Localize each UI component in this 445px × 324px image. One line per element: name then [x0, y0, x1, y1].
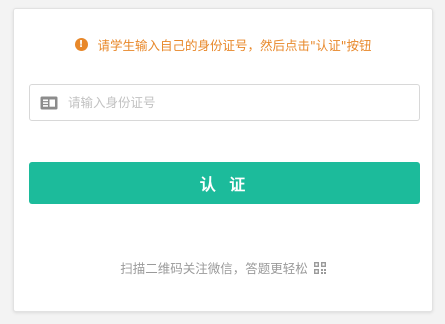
- id-number-field[interactable]: [29, 84, 420, 121]
- instruction-text: 请学生输入自己的身份证号，然后点击"认证"按钮: [97, 38, 372, 53]
- wechat-follow-link[interactable]: 扫描二维码关注微信，答题更轻松: [14, 258, 432, 277]
- verify-button[interactable]: 认 证: [29, 162, 420, 204]
- instruction-notice: ! 请学生输入自己的身份证号，然后点击"认证"按钮: [14, 35, 432, 54]
- wechat-follow-text: 扫描二维码关注微信，答题更轻松: [120, 261, 308, 276]
- verification-card: ! 请学生输入自己的身份证号，然后点击"认证"按钮 认 证 扫描二维码关注微信，…: [13, 8, 433, 312]
- exclamation-circle-icon: !: [74, 38, 88, 51]
- id-number-input[interactable]: [68, 95, 408, 110]
- qr-code-icon[interactable]: [313, 261, 326, 274]
- id-card-icon: [40, 96, 58, 110]
